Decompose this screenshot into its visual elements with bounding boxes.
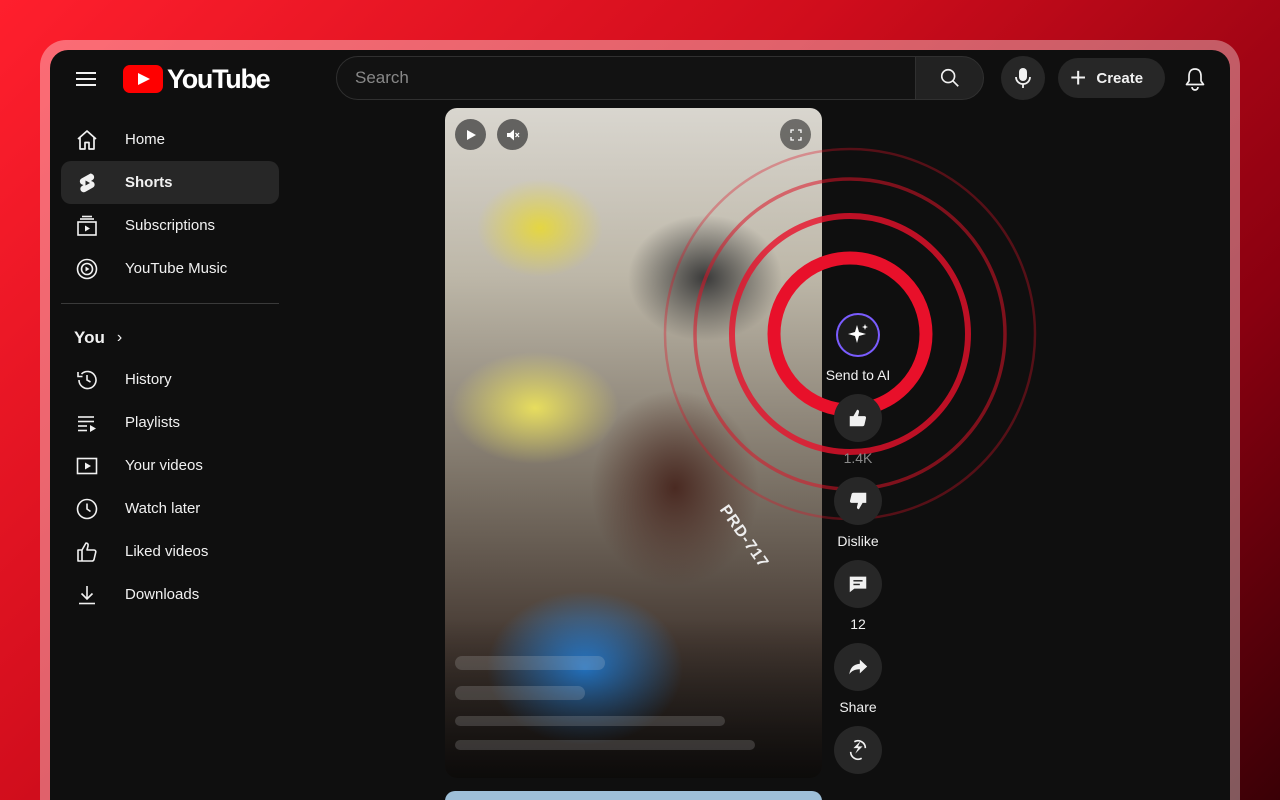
sidebar-item-watch-later[interactable]: Watch later <box>61 487 279 530</box>
play-button[interactable] <box>455 119 486 150</box>
fullscreen-icon <box>789 128 802 141</box>
top-bar: YouTube Search + Create <box>50 50 1230 106</box>
sidebar-item-label: Subscriptions <box>125 217 216 234</box>
you-label: You <box>74 328 105 347</box>
sidebar-item-label: Liked videos <box>125 543 209 560</box>
sidebar-item-label: History <box>125 371 172 388</box>
shorts-icon <box>75 171 99 195</box>
share-arrow-icon <box>834 643 882 691</box>
share-label: Share <box>839 699 877 715</box>
fullscreen-button[interactable] <box>780 119 811 150</box>
your-videos-icon <box>75 454 99 478</box>
playlists-icon <box>75 411 99 435</box>
share-button[interactable]: Share <box>823 643 893 715</box>
video-overlay-text: PRD-717 <box>715 502 772 572</box>
youtube-window: YouTube Search + Create Home Shorts Subs… <box>50 50 1230 800</box>
blurred-channel-line <box>455 686 585 700</box>
sidebar: Home Shorts Subscriptions YouTube Music … <box>61 118 279 616</box>
voice-search-button[interactable] <box>1001 56 1045 100</box>
create-label: Create <box>1096 69 1144 87</box>
youtube-logo[interactable]: YouTube <box>123 63 271 94</box>
microphone-icon <box>1015 68 1031 88</box>
history-icon <box>75 368 99 392</box>
sidebar-item-label: Playlists <box>125 414 181 431</box>
comments-button[interactable]: 12 <box>823 560 893 632</box>
shorts-action-bar: Send to AI 1.4K Dislike 12 Share <box>823 311 893 785</box>
dislike-label: Dislike <box>837 533 879 549</box>
create-button[interactable]: + Create <box>1058 58 1165 98</box>
dislike-button[interactable]: Dislike <box>823 477 893 549</box>
youtube-play-logo-icon <box>123 65 163 93</box>
comments-count: 12 <box>850 616 866 632</box>
plus-icon: + <box>1070 62 1087 93</box>
sidebar-item-liked-videos[interactable]: Liked videos <box>61 530 279 573</box>
search-button[interactable] <box>915 56 984 100</box>
menu-button[interactable] <box>76 68 102 90</box>
subscriptions-icon <box>75 214 99 238</box>
thumbs-up-icon <box>75 540 99 564</box>
remix-icon <box>834 726 882 774</box>
youtube-music-icon <box>75 257 99 281</box>
next-short-thumbnail[interactable] <box>445 791 822 800</box>
blurred-caption-line <box>455 656 605 670</box>
sidebar-item-label: Shorts <box>125 174 173 191</box>
sidebar-item-label: Home <box>125 131 166 148</box>
shorts-video-player[interactable]: PRD-717 <box>445 108 822 778</box>
you-section-header[interactable]: You › <box>61 318 279 358</box>
logo-text: YouTube <box>167 63 271 94</box>
sidebar-item-shorts[interactable]: Shorts <box>61 161 279 204</box>
sidebar-divider <box>61 303 279 304</box>
bell-icon <box>1185 68 1205 91</box>
sparkle-icon <box>834 311 882 359</box>
device-frame: YouTube Search + Create Home Shorts Subs… <box>40 40 1240 800</box>
sidebar-item-label: Downloads <box>125 586 200 603</box>
sidebar-item-label: Your videos <box>125 457 203 474</box>
mute-button[interactable] <box>497 119 528 150</box>
comment-icon <box>834 560 882 608</box>
muted-speaker-icon <box>506 129 519 140</box>
download-icon <box>75 583 99 607</box>
sidebar-item-label: YouTube Music <box>125 260 228 277</box>
sidebar-item-label: Watch later <box>125 500 201 517</box>
remix-button[interactable] <box>823 726 893 774</box>
thumbs-down-icon <box>834 477 882 525</box>
sidebar-item-home[interactable]: Home <box>61 118 279 161</box>
sidebar-item-downloads[interactable]: Downloads <box>61 573 279 616</box>
like-button[interactable]: 1.4K <box>823 394 893 466</box>
sidebar-item-subscriptions[interactable]: Subscriptions <box>61 204 279 247</box>
send-to-ai-label: Send to AI <box>825 367 891 383</box>
sidebar-item-youtube-music[interactable]: YouTube Music <box>61 247 279 290</box>
hamburger-icon <box>76 72 96 74</box>
like-count: 1.4K <box>843 450 873 466</box>
blurred-description-line <box>455 740 755 750</box>
search-icon <box>940 68 959 87</box>
watch-later-icon <box>75 497 99 521</box>
sidebar-item-playlists[interactable]: Playlists <box>61 401 279 444</box>
search-input[interactable]: Search <box>336 56 916 100</box>
play-icon <box>466 129 476 140</box>
send-to-ai-button[interactable]: Send to AI <box>823 311 893 383</box>
chevron-right-icon: › <box>116 329 123 346</box>
notifications-button[interactable] <box>1178 62 1212 96</box>
home-icon <box>75 128 99 152</box>
sidebar-item-your-videos[interactable]: Your videos <box>61 444 279 487</box>
sidebar-item-history[interactable]: History <box>61 358 279 401</box>
thumbs-up-icon <box>834 394 882 442</box>
blurred-description-line <box>455 716 725 726</box>
